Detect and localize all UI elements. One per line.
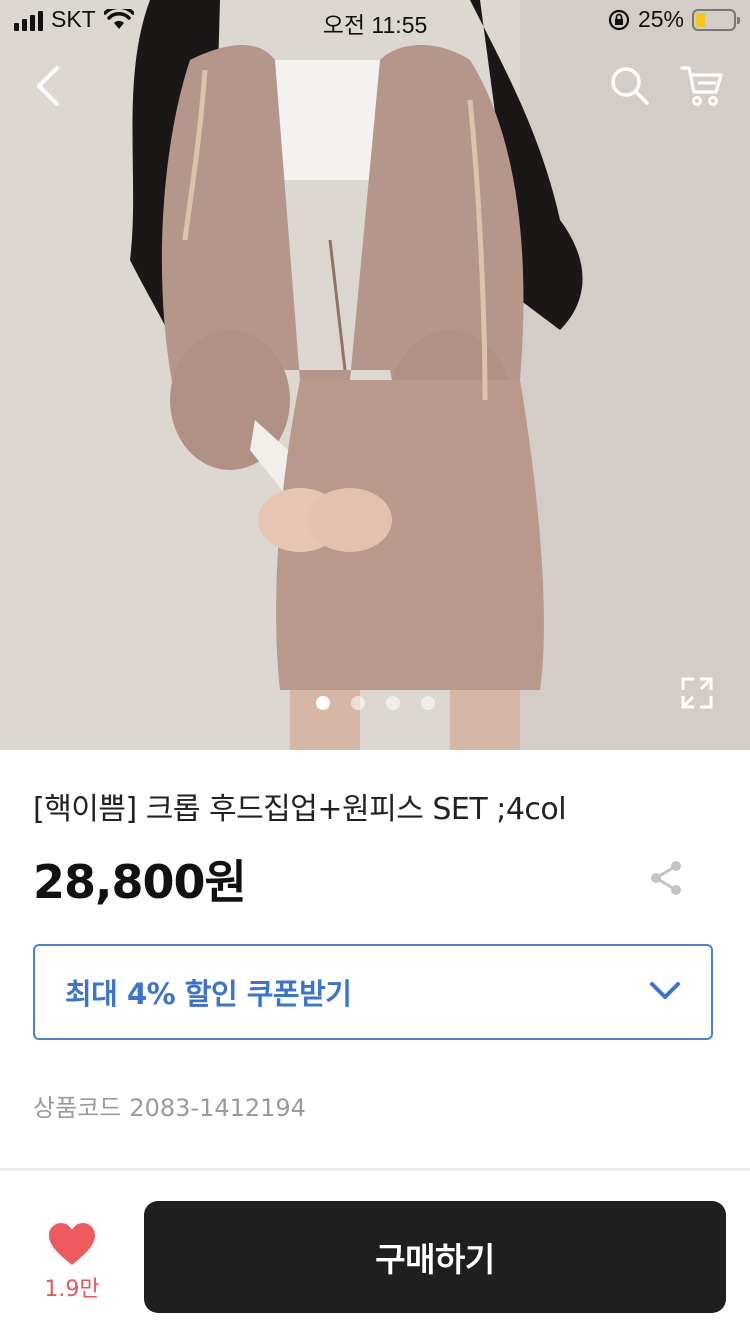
coupon-download-button[interactable]: 최대 4% 할인 쿠폰받기 [33, 944, 713, 1040]
carousel-dot[interactable] [421, 696, 435, 710]
status-bar: SKT 오전 11:55 25% [0, 0, 750, 42]
back-button[interactable] [20, 58, 76, 114]
like-button[interactable]: 1.9만 [36, 1221, 108, 1311]
product-code: 상품코드 2083-1412194 [33, 1088, 306, 1123]
rotation-lock-icon [608, 9, 630, 30]
cart-icon [680, 66, 723, 106]
carousel-dot[interactable] [386, 696, 400, 710]
cart-button[interactable] [674, 58, 730, 114]
carousel-dot[interactable] [351, 696, 365, 710]
expand-icon [681, 677, 713, 709]
product-code-value: 2083-1412194 [129, 1094, 306, 1122]
product-price: 28,800원 [33, 855, 247, 909]
battery-icon [692, 8, 740, 31]
buy-button-label: 구매하기 [375, 1240, 495, 1279]
chevron-left-icon [37, 66, 59, 106]
bottom-action-bar: 1.9만 구매하기 [0, 1168, 750, 1334]
carousel-dot[interactable] [316, 696, 330, 710]
search-button[interactable] [602, 58, 658, 114]
chevron-down-icon [650, 982, 680, 999]
like-count: 1.9만 [44, 1277, 100, 1302]
status-right: 25% [608, 6, 740, 33]
carousel-indicator [316, 696, 435, 710]
search-icon [611, 67, 649, 105]
battery-percent: 25% [637, 6, 684, 32]
buy-button[interactable]: 구매하기 [144, 1201, 726, 1313]
product-image-carousel[interactable]: SKT 오전 11:55 25% [0, 0, 750, 750]
heart-icon [49, 1223, 95, 1265]
product-code-label: 상품코드 [33, 1094, 122, 1122]
coupon-label: 최대 4% 할인 쿠폰받기 [65, 977, 352, 1011]
share-icon [651, 861, 681, 895]
expand-image-button[interactable] [674, 670, 720, 716]
share-button[interactable] [646, 858, 686, 898]
product-title: [핵이쁨] 크롭 후드집업+원피스 SET ;4col [33, 792, 567, 827]
battery-level [696, 12, 705, 27]
